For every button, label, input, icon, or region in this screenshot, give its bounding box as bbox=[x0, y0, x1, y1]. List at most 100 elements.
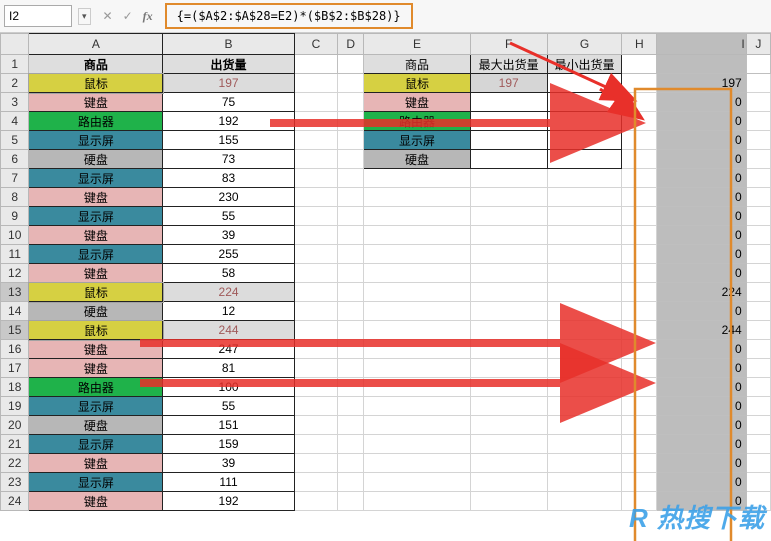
cell-I19[interactable]: 0 bbox=[657, 397, 747, 416]
cell-D3[interactable] bbox=[338, 93, 364, 112]
cell-G5[interactable] bbox=[547, 131, 622, 150]
cell-F2[interactable]: 197 bbox=[470, 74, 547, 93]
cell-D1[interactable] bbox=[338, 55, 364, 74]
cell-F24[interactable] bbox=[470, 492, 547, 511]
sheet-row-1[interactable]: 1商品出货量商品最大出货量最小出货量 bbox=[1, 55, 771, 74]
cell-E18[interactable] bbox=[364, 378, 470, 397]
row-header[interactable]: 9 bbox=[1, 207, 29, 226]
cell-H10[interactable] bbox=[622, 226, 657, 245]
row-header[interactable]: 21 bbox=[1, 435, 29, 454]
cell-B5[interactable]: 155 bbox=[163, 131, 295, 150]
cell-G12[interactable] bbox=[547, 264, 622, 283]
sheet-row-10[interactable]: 10键盘390 bbox=[1, 226, 771, 245]
cell-B22[interactable]: 39 bbox=[163, 454, 295, 473]
cell-J9[interactable] bbox=[746, 207, 770, 226]
cell-G3[interactable] bbox=[547, 93, 622, 112]
cell-H18[interactable] bbox=[622, 378, 657, 397]
cell-I10[interactable]: 0 bbox=[657, 226, 747, 245]
sheet-row-12[interactable]: 12键盘580 bbox=[1, 264, 771, 283]
cell-B10[interactable]: 39 bbox=[163, 226, 295, 245]
cell-G16[interactable] bbox=[547, 340, 622, 359]
cell-I20[interactable]: 0 bbox=[657, 416, 747, 435]
cell-E14[interactable] bbox=[364, 302, 470, 321]
cell-I14[interactable]: 0 bbox=[657, 302, 747, 321]
cell-C19[interactable] bbox=[294, 397, 337, 416]
cell-E10[interactable] bbox=[364, 226, 470, 245]
row-header[interactable]: 16 bbox=[1, 340, 29, 359]
cell-E24[interactable] bbox=[364, 492, 470, 511]
cell-F16[interactable] bbox=[470, 340, 547, 359]
cell-C21[interactable] bbox=[294, 435, 337, 454]
cell-B9[interactable]: 55 bbox=[163, 207, 295, 226]
cell-J11[interactable] bbox=[746, 245, 770, 264]
cell-H11[interactable] bbox=[622, 245, 657, 264]
cell-J16[interactable] bbox=[746, 340, 770, 359]
cell-A6[interactable]: 硬盘 bbox=[29, 150, 163, 169]
cell-A14[interactable]: 硬盘 bbox=[29, 302, 163, 321]
cell-F5[interactable] bbox=[470, 131, 547, 150]
cell-G6[interactable] bbox=[547, 150, 622, 169]
cell-D24[interactable] bbox=[338, 492, 364, 511]
cell-G1[interactable]: 最小出货量 bbox=[547, 55, 622, 74]
cell-C24[interactable] bbox=[294, 492, 337, 511]
cell-I24[interactable]: 0 bbox=[657, 492, 747, 511]
cell-B1[interactable]: 出货量 bbox=[163, 55, 295, 74]
cell-H22[interactable] bbox=[622, 454, 657, 473]
cell-A8[interactable]: 键盘 bbox=[29, 188, 163, 207]
cell-A3[interactable]: 键盘 bbox=[29, 93, 163, 112]
cell-B16[interactable]: 247 bbox=[163, 340, 295, 359]
cell-F18[interactable] bbox=[470, 378, 547, 397]
cell-C11[interactable] bbox=[294, 245, 337, 264]
cell-D14[interactable] bbox=[338, 302, 364, 321]
sheet-row-4[interactable]: 4路由器192路由器0 bbox=[1, 112, 771, 131]
cell-C18[interactable] bbox=[294, 378, 337, 397]
cell-D11[interactable] bbox=[338, 245, 364, 264]
cell-C16[interactable] bbox=[294, 340, 337, 359]
cell-F10[interactable] bbox=[470, 226, 547, 245]
cell-D13[interactable] bbox=[338, 283, 364, 302]
sheet-row-17[interactable]: 17键盘810 bbox=[1, 359, 771, 378]
cell-H23[interactable] bbox=[622, 473, 657, 492]
cell-E17[interactable] bbox=[364, 359, 470, 378]
row-header[interactable]: 11 bbox=[1, 245, 29, 264]
cell-H4[interactable] bbox=[622, 112, 657, 131]
cell-E22[interactable] bbox=[364, 454, 470, 473]
cell-F3[interactable] bbox=[470, 93, 547, 112]
cell-E1[interactable]: 商品 bbox=[364, 55, 470, 74]
cell-G11[interactable] bbox=[547, 245, 622, 264]
row-header[interactable]: 6 bbox=[1, 150, 29, 169]
cell-F1[interactable]: 最大出货量 bbox=[470, 55, 547, 74]
row-header[interactable]: 12 bbox=[1, 264, 29, 283]
cell-C6[interactable] bbox=[294, 150, 337, 169]
cell-C9[interactable] bbox=[294, 207, 337, 226]
cell-F4[interactable] bbox=[470, 112, 547, 131]
cell-F17[interactable] bbox=[470, 359, 547, 378]
cell-G23[interactable] bbox=[547, 473, 622, 492]
cell-I7[interactable]: 0 bbox=[657, 169, 747, 188]
cell-I12[interactable]: 0 bbox=[657, 264, 747, 283]
cell-I9[interactable]: 0 bbox=[657, 207, 747, 226]
row-header[interactable]: 19 bbox=[1, 397, 29, 416]
row-header[interactable]: 2 bbox=[1, 74, 29, 93]
row-header[interactable]: 13 bbox=[1, 283, 29, 302]
sheet-row-20[interactable]: 20硬盘1510 bbox=[1, 416, 771, 435]
cell-B23[interactable]: 111 bbox=[163, 473, 295, 492]
row-header[interactable]: 8 bbox=[1, 188, 29, 207]
cell-D8[interactable] bbox=[338, 188, 364, 207]
cell-C1[interactable] bbox=[294, 55, 337, 74]
col-header-G[interactable]: G bbox=[547, 34, 622, 55]
column-headers[interactable]: ABCDEFGHIJ bbox=[1, 34, 771, 55]
cell-C17[interactable] bbox=[294, 359, 337, 378]
cell-I4[interactable]: 0 bbox=[657, 112, 747, 131]
row-header[interactable]: 20 bbox=[1, 416, 29, 435]
cell-G7[interactable] bbox=[547, 169, 622, 188]
cell-J3[interactable] bbox=[746, 93, 770, 112]
sheet-table[interactable]: ABCDEFGHIJ 1商品出货量商品最大出货量最小出货量2鼠标197鼠标197… bbox=[0, 33, 771, 511]
cell-J22[interactable] bbox=[746, 454, 770, 473]
cell-I6[interactable]: 0 bbox=[657, 150, 747, 169]
cell-G4[interactable] bbox=[547, 112, 622, 131]
row-header[interactable]: 7 bbox=[1, 169, 29, 188]
cell-E3[interactable]: 键盘 bbox=[364, 93, 470, 112]
cell-B8[interactable]: 230 bbox=[163, 188, 295, 207]
cell-J18[interactable] bbox=[746, 378, 770, 397]
